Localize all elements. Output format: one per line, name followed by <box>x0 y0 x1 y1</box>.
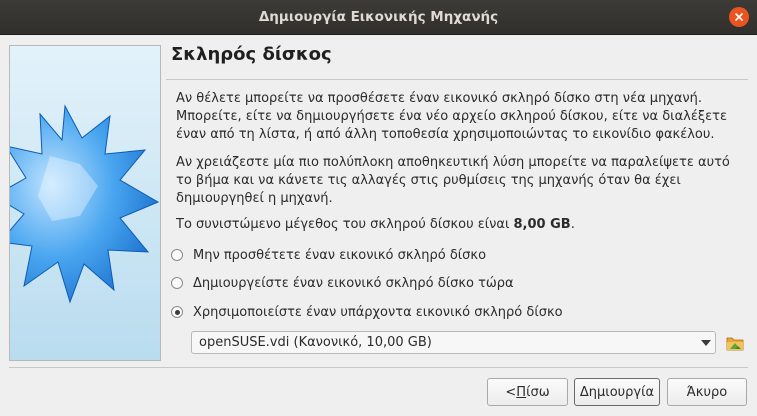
cancel-button[interactable]: Άκυρο <box>667 378 747 406</box>
title-bar: Δημιουργία Εικονικής Μηχανής <box>0 0 757 35</box>
radio-label: Χρησιμοποιείστε έναν υπάρχοντα εικονικό … <box>193 304 563 320</box>
recommended-size-value: 8,00 GB <box>513 217 571 232</box>
close-button[interactable] <box>729 7 749 27</box>
advanced-paragraph: Αν χρειάζεστε μία πιο πολύπλοκη αποθηκευ… <box>176 155 730 206</box>
folder-icon <box>726 337 744 351</box>
intro-paragraph: Αν θέλετε μπορείτε να προσθέσετε έναν ει… <box>176 91 727 142</box>
existing-disk-value: openSUSE.vdi (Κανονικό, 10,00 GB) <box>199 335 432 350</box>
radio-create-disk[interactable]: Δημιουργείστε έναν εικονικό σκληρό δίσκο… <box>171 273 514 293</box>
radio-existing-disk[interactable]: Χρησιμοποιείστε έναν υπάρχοντα εικονικό … <box>171 302 563 322</box>
recommended-size-text: Το συνιστώμενο μέγεθος του σκληρού δίσκο… <box>176 216 746 234</box>
existing-disk-select[interactable]: openSUSE.vdi (Κανονικό, 10,00 GB) <box>191 331 716 354</box>
window-title: Δημιουργία Εικονικής Μηχανής <box>258 9 499 25</box>
back-prefix: < <box>505 384 517 400</box>
heading-divider <box>166 79 748 80</box>
page-title: Σκληρός δίσκος <box>171 44 332 65</box>
radio-label: Μην προσθέτετε έναν εικονικό σκληρό δίσκ… <box>193 247 487 263</box>
footer-divider <box>9 367 748 368</box>
back-mnemonic: Π <box>516 384 527 400</box>
radio-button-selected[interactable] <box>171 306 183 318</box>
hard-disk-wizard-image <box>9 45 161 361</box>
create-button[interactable]: Δημιουργία <box>574 378 660 406</box>
radio-no-disk[interactable]: Μην προσθέτετε έναν εικονικό σκληρό δίσκ… <box>171 245 486 265</box>
radio-button[interactable] <box>171 249 183 261</box>
recommended-size-prefix: Το συνιστώμενο μέγεθος του σκληρού δίσκο… <box>176 217 514 232</box>
close-icon <box>735 13 743 21</box>
back-label-rest: ίσω <box>526 384 550 400</box>
radio-button[interactable] <box>171 277 183 289</box>
back-button[interactable]: < Πίσω <box>487 378 568 406</box>
choose-disk-file-button[interactable] <box>725 333 745 353</box>
radio-label: Δημιουργείστε έναν εικονικό σκληρό δίσκο… <box>193 275 514 291</box>
recommended-size-suffix: . <box>570 217 575 232</box>
dropdown-arrow-icon[interactable] <box>697 339 715 346</box>
